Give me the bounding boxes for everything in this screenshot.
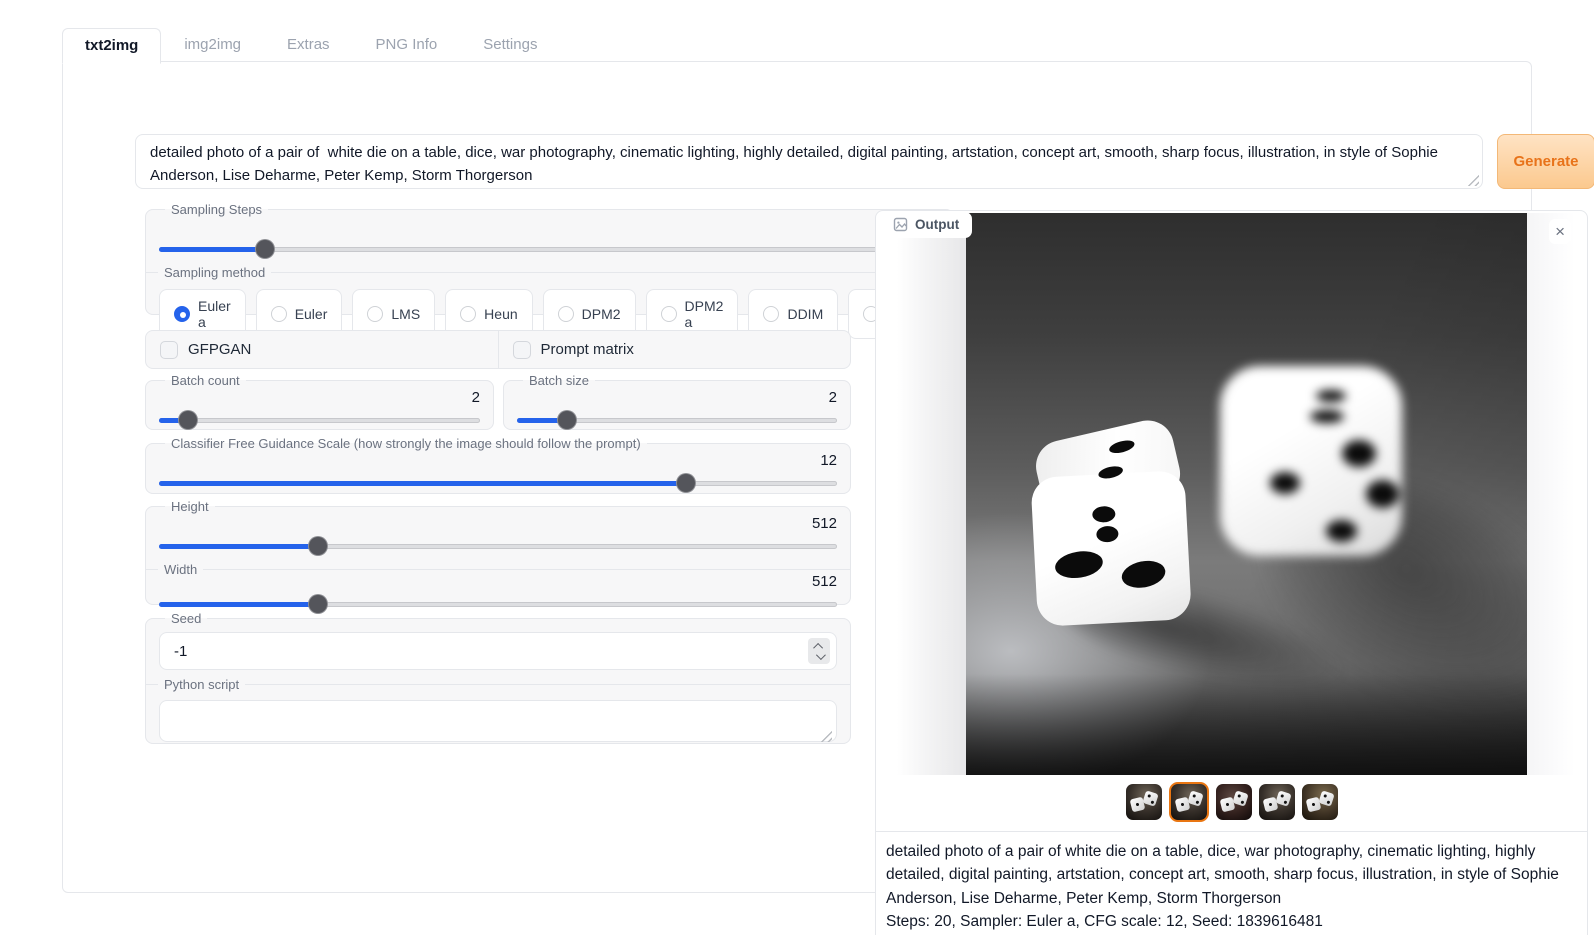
cfg-scale-label: Classifier Free Guidance Scale (how stro… bbox=[165, 436, 647, 451]
width-value: 512 bbox=[159, 573, 837, 591]
batch-count-label: Batch count bbox=[165, 373, 246, 388]
output-gallery bbox=[877, 212, 1586, 832]
slider-thumb[interactable] bbox=[256, 240, 274, 258]
thumbnail-strip bbox=[877, 782, 1586, 822]
radio-icon[interactable] bbox=[558, 306, 574, 322]
seed-group: Seed Python script bbox=[145, 611, 851, 744]
cfg-scale-group: Classifier Free Guidance Scale (how stro… bbox=[145, 436, 851, 494]
sampling-steps-label: Sampling Steps bbox=[165, 202, 268, 217]
slider-track[interactable] bbox=[159, 247, 940, 252]
gallery-thumbnail-1[interactable] bbox=[1126, 784, 1162, 820]
sampling-steps-value: 20 bbox=[159, 218, 940, 236]
slider-thumb[interactable] bbox=[179, 411, 197, 429]
tab-png-info[interactable]: PNG Info bbox=[353, 27, 461, 63]
batch-size-value: 2 bbox=[517, 389, 837, 407]
gfpgan-checkbox[interactable]: GFPGAN bbox=[146, 331, 498, 368]
cfg-scale-slider[interactable] bbox=[159, 474, 837, 492]
generate-button[interactable]: Generate bbox=[1497, 134, 1594, 189]
output-panel-label: Output bbox=[883, 212, 972, 238]
generated-image bbox=[966, 213, 1527, 775]
checkbox-icon[interactable] bbox=[160, 341, 178, 359]
height-value: 512 bbox=[159, 515, 837, 533]
tab-txt2img[interactable]: txt2img bbox=[62, 28, 161, 64]
seed-input[interactable] bbox=[159, 632, 837, 670]
radio-icon[interactable] bbox=[271, 306, 287, 322]
prompt-input[interactable]: detailed photo of a pair of white die on… bbox=[135, 134, 1483, 189]
python-script-input[interactable] bbox=[159, 700, 837, 742]
sampling-group: Sampling Steps 20 Sampling method Euler … bbox=[145, 202, 954, 315]
main-card: detailed photo of a pair of white die on… bbox=[62, 61, 1532, 893]
seed-spinner[interactable] bbox=[808, 638, 830, 664]
batch-count-group: Batch count 2 bbox=[145, 373, 494, 430]
gallery-thumbnail-4[interactable] bbox=[1259, 784, 1295, 820]
radio-icon[interactable] bbox=[367, 306, 383, 322]
height-label: Height bbox=[165, 499, 215, 514]
output-info: detailed photo of a pair of white die on… bbox=[876, 831, 1587, 935]
output-params: Steps: 20, Sampler: Euler a, CFG scale: … bbox=[886, 910, 1573, 933]
python-script-label: Python script bbox=[146, 677, 850, 692]
output-panel: Output × bbox=[875, 210, 1588, 935]
radio-icon[interactable] bbox=[763, 306, 779, 322]
slider-thumb[interactable] bbox=[309, 537, 327, 555]
batch-size-group: Batch size 2 bbox=[503, 373, 851, 430]
gfpgan-label: GFPGAN bbox=[188, 341, 251, 358]
slider-thumb[interactable] bbox=[677, 474, 695, 492]
checkbox-icon[interactable] bbox=[513, 341, 531, 359]
toggles-row: GFPGAN Prompt matrix bbox=[145, 330, 851, 369]
slider-track[interactable] bbox=[159, 481, 837, 486]
batch-count-slider[interactable] bbox=[159, 411, 480, 429]
prompt-matrix-label: Prompt matrix bbox=[541, 341, 634, 358]
image-icon bbox=[893, 217, 908, 232]
slider-track[interactable] bbox=[159, 418, 480, 423]
batch-size-slider[interactable] bbox=[517, 411, 837, 429]
batch-size-label: Batch size bbox=[523, 373, 595, 388]
radio-icon[interactable] bbox=[661, 306, 677, 322]
output-caption: detailed photo of a pair of white die on… bbox=[886, 840, 1573, 910]
batch-count-value: 2 bbox=[159, 389, 480, 407]
gallery-backdrop-left bbox=[897, 213, 966, 775]
gallery-thumbnail-3[interactable] bbox=[1216, 784, 1252, 820]
cfg-scale-value: 12 bbox=[159, 452, 837, 470]
close-output-button[interactable]: × bbox=[1549, 219, 1571, 244]
tab-settings[interactable]: Settings bbox=[460, 27, 560, 63]
radio-icon[interactable] bbox=[174, 306, 190, 322]
tab-bar: txt2imgimg2imgExtrasPNG InfoSettings bbox=[62, 27, 560, 63]
tab-extras[interactable]: Extras bbox=[264, 27, 353, 63]
tab-img2img[interactable]: img2img bbox=[161, 27, 264, 63]
slider-thumb[interactable] bbox=[558, 411, 576, 429]
dimensions-group: Height 512 Width 512 bbox=[145, 499, 851, 605]
sampling-method-label: Sampling method bbox=[146, 265, 953, 280]
radio-icon[interactable] bbox=[460, 306, 476, 322]
gallery-backdrop-right bbox=[1527, 213, 1575, 775]
height-slider[interactable] bbox=[159, 537, 837, 555]
app-root: txt2imgimg2imgExtrasPNG InfoSettings det… bbox=[0, 0, 1594, 935]
slider-track[interactable] bbox=[159, 602, 837, 607]
gallery-thumbnail-2[interactable] bbox=[1169, 782, 1209, 822]
slider-track[interactable] bbox=[159, 544, 837, 549]
gallery-thumbnail-5[interactable] bbox=[1302, 784, 1338, 820]
sampling-steps-slider[interactable] bbox=[159, 240, 940, 258]
prompt-matrix-checkbox[interactable]: Prompt matrix bbox=[498, 331, 851, 368]
seed-label: Seed bbox=[165, 611, 207, 626]
